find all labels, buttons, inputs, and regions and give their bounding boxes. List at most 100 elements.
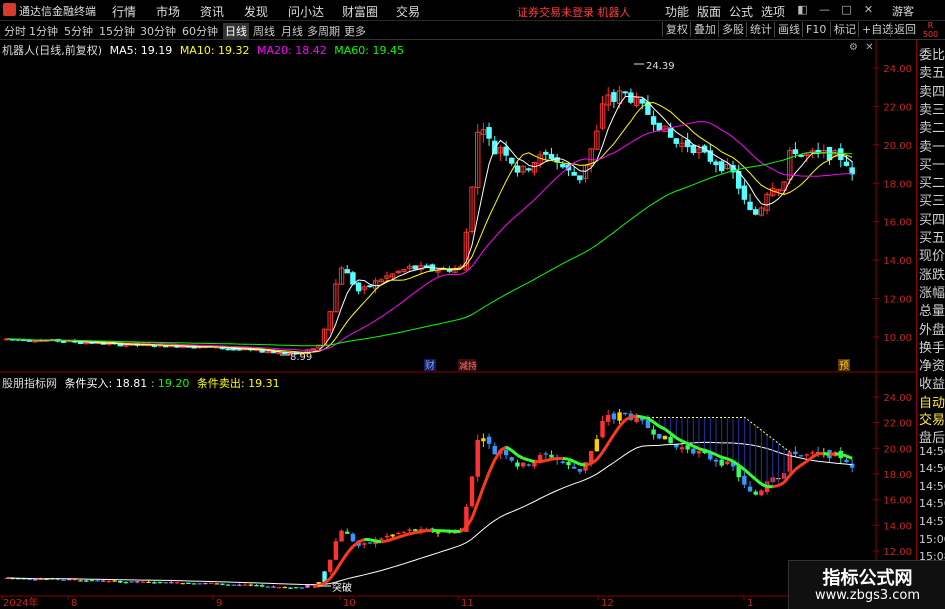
kline-chart[interactable]: 24.00 22.00 20.00 18.00 16.00 14.00 12.00 10.00…	[0, 0, 916, 609]
candle-body	[310, 348, 316, 351]
price-label: 12.00	[883, 295, 912, 306]
indicator-signal-line	[487, 459, 497, 474]
candle-body	[26, 339, 33, 342]
watermark: 指标公式网 www.zbgs3.com	[788, 560, 945, 609]
indicator-signal-line	[567, 457, 575, 463]
ind-candle-body	[345, 531, 350, 534]
indicator-signal-line	[652, 420, 661, 428]
candle-body	[622, 91, 628, 94]
side-item: 14:56	[919, 462, 945, 476]
side-item: 14:57	[919, 514, 945, 528]
ind-candle-body	[520, 462, 526, 467]
side-item: 自动	[919, 395, 945, 411]
ind-candle-body	[515, 462, 520, 467]
stock-title: 机器人(日线,前复权)	[2, 44, 103, 57]
indicator-signal-line	[606, 433, 616, 445]
side-item: 涨跌	[919, 267, 945, 283]
indicator-signal-line	[743, 468, 752, 476]
indicator-signal-line	[754, 478, 763, 486]
tupo-label: 突破	[332, 581, 352, 594]
main-chart-info: 机器人(日线,前复权) MA5: 19.19 MA10: 19.32 MA20:…	[2, 42, 404, 58]
candle-body	[423, 265, 430, 268]
candle-body	[571, 171, 577, 176]
ind-candle-body	[793, 451, 798, 455]
ind-candle-body	[810, 452, 815, 454]
indicator-signal-line	[392, 535, 399, 541]
ind-candle-body	[299, 587, 305, 589]
ind-candle-body	[384, 535, 390, 538]
indicator-signal-line	[375, 539, 382, 544]
indicator-signal-line	[545, 457, 552, 463]
indicator-signal-line	[658, 425, 666, 431]
corner-badge-r: R	[927, 21, 934, 30]
indicator-signal-line	[777, 481, 785, 487]
indicator-signal-line	[585, 462, 592, 467]
price-label: 18.00	[883, 179, 912, 190]
side-item: 14:56	[919, 479, 945, 493]
ind-candle-body	[509, 457, 514, 461]
tag-yu: 预	[839, 360, 849, 372]
ind-candle-body	[135, 581, 140, 583]
indicator-signal-line	[749, 473, 757, 481]
candle-body	[560, 164, 566, 168]
indicator-signal-line	[476, 486, 485, 504]
chart-close-icon[interactable]: ✕	[864, 42, 875, 53]
indicator-mid: : 19.20	[150, 377, 190, 390]
ind-candle-body	[691, 448, 696, 454]
indicator-signal-line	[420, 529, 427, 533]
indicator-signal-line	[840, 452, 847, 458]
side-item: 买四	[919, 212, 945, 228]
ind-candle-body	[146, 581, 151, 584]
ind-candle-body	[186, 582, 191, 584]
ind-candle-body	[27, 578, 32, 581]
corner-badge: R 500	[916, 21, 945, 39]
time-label: 11	[461, 598, 474, 609]
indicator-signal-line	[386, 537, 394, 543]
ind-candle-body	[600, 420, 605, 438]
quote-side-panel: 委比 卖五 卖四 卖三 卖二 卖一 买一 买二 买三 买四 买五 现价 涨跌 涨幅 总量 外盘 换手 净资 收益 自动…	[916, 40, 945, 609]
indicator-signal-line	[397, 534, 405, 539]
ind-candle-body	[169, 582, 174, 584]
candle-body	[225, 348, 231, 351]
side-item: 换手	[919, 340, 945, 356]
candle-body	[843, 161, 850, 166]
indicator-signal-line	[357, 537, 365, 544]
indicator-signal-line	[346, 545, 355, 555]
ind-candle-body	[798, 455, 804, 457]
ind-candle-body	[350, 533, 356, 542]
ind-candle-body	[651, 429, 656, 435]
ind-candle-body	[152, 582, 157, 584]
candle-body	[276, 352, 282, 355]
indicator-signal-line	[562, 456, 569, 461]
side-item: 委比	[919, 48, 945, 63]
indicator-label: 16.00	[883, 496, 912, 507]
indicator-signal-line	[800, 460, 808, 467]
ind-candle-body	[594, 439, 600, 452]
ind-candle-body	[475, 439, 480, 477]
indicator-signal-line	[726, 457, 734, 463]
ind-candle-body	[248, 584, 253, 586]
indicator-label: 24.00	[883, 393, 912, 404]
ind-candle-body	[617, 412, 622, 421]
ind-candle-body	[804, 454, 809, 456]
candle-body	[60, 340, 67, 343]
ma60-line	[6, 151, 853, 347]
ma5-value: MA5: 19.19	[109, 44, 173, 57]
ind-candle-body	[112, 580, 117, 582]
ind-candle-body	[305, 585, 310, 588]
chart-settings-icon[interactable]: ⚙	[848, 42, 859, 53]
indicator-buy: 条件买入: 18.81	[64, 377, 148, 390]
price-label: 22.00	[883, 102, 912, 113]
indicator-signal-line	[516, 453, 524, 460]
indicator-info: 股朋指标网 条件买入: 18.81 : 19.20 条件卖出: 19.31	[2, 375, 280, 391]
time-label: 2024年	[3, 596, 38, 609]
candle-body	[673, 138, 679, 144]
time-label: 12	[601, 598, 614, 609]
side-item: 15:00	[919, 532, 945, 546]
time-label: 9	[216, 598, 222, 609]
ind-candle-body	[844, 459, 849, 463]
indicator-signal-line	[334, 560, 343, 572]
candle-body	[713, 161, 719, 166]
candle-body	[741, 185, 748, 200]
candle-body	[747, 201, 753, 210]
